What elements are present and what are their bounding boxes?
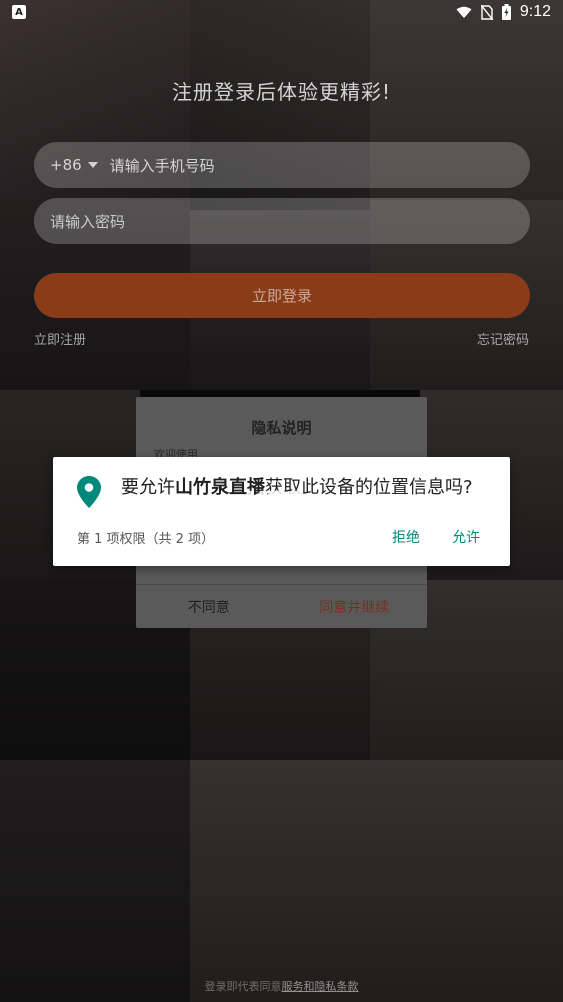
- register-link[interactable]: 立即注册: [34, 329, 86, 348]
- password-placeholder: 请输入密码: [50, 212, 126, 231]
- login-button[interactable]: 立即登录: [34, 273, 530, 318]
- clock: 9:12: [519, 3, 551, 20]
- terms-link[interactable]: 服务和隐私条款: [282, 980, 359, 993]
- battery-icon: [501, 4, 511, 20]
- terms-footer: 登录即代表同意服务和隐私条款: [204, 980, 359, 993]
- forgot-password-link[interactable]: 忘记密码: [477, 329, 529, 348]
- app-notification-icon: A: [12, 5, 26, 19]
- agree-continue-button[interactable]: 同意并继续: [282, 585, 428, 628]
- password-input[interactable]: 请输入密码: [34, 198, 530, 244]
- no-sim-icon: [480, 4, 493, 20]
- phone-placeholder: 请输入手机号码: [109, 156, 215, 175]
- allow-button[interactable]: 允许: [452, 527, 480, 547]
- phone-input[interactable]: +86 请输入手机号码: [34, 142, 530, 188]
- privacy-title: 隐私说明: [251, 419, 312, 437]
- status-bar: A 9:12: [0, 0, 563, 24]
- country-code: +86: [50, 156, 82, 174]
- caret-down-icon: [87, 162, 98, 168]
- login-title: 注册登录后体验更精彩!: [171, 80, 392, 104]
- deny-button[interactable]: 拒绝: [392, 527, 420, 547]
- watermark-logo: K73游戏之家.com: [244, 486, 384, 521]
- disagree-button[interactable]: 不同意: [136, 585, 282, 628]
- wifi-icon: [456, 6, 472, 18]
- location-pin-icon: [77, 476, 101, 508]
- permission-counter: 第 1 项权限（共 2 项）: [77, 532, 215, 547]
- privacy-actions: 不同意 同意并继续: [136, 584, 427, 628]
- country-code-selector[interactable]: +86: [50, 156, 98, 174]
